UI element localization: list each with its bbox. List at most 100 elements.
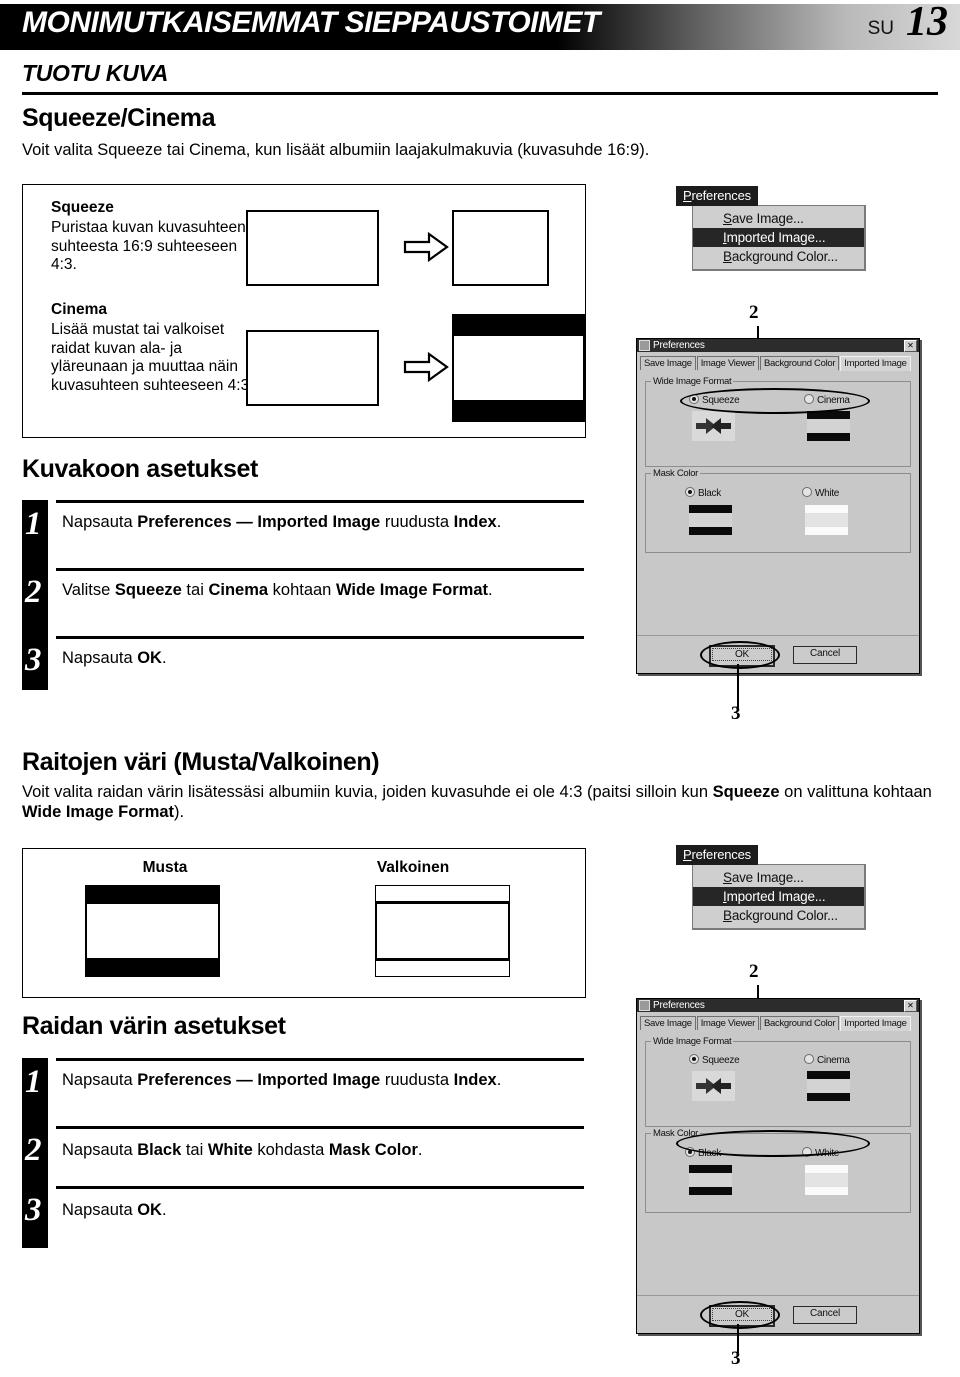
tab-imported-image[interactable]: Imported Image [840,1016,911,1031]
step-number: 3 [25,642,42,678]
page-title: MONIMUTKAISEMMAT SIEPPAUSTOIMET [22,6,600,39]
squeeze-label: Squeeze [51,199,114,216]
step-text: Napsauta OK. [62,1201,167,1219]
tab-image-viewer[interactable]: Image Viewer [696,1016,760,1030]
cinema-image-area [452,334,585,402]
app-icon [639,1000,650,1011]
radio-cinema[interactable]: Cinema [804,1054,850,1066]
step-divider [56,1126,584,1129]
menu-item-background-color[interactable]: Background Color... [693,906,864,925]
step-number: 1 [25,506,42,542]
wide-image-format-label: Wide Image Format [651,1036,734,1047]
dialog-footer-divider [637,1295,919,1297]
section-title-image-size: Kuvakoon asetukset [22,455,258,483]
menu-dropdown[interactable]: Save Image... Imported Image... Backgrou… [692,205,866,271]
callout-3-leader-line [737,664,739,708]
white-bars-preview [375,885,510,977]
header-divider [22,92,938,95]
radio-dot-selected [689,1054,699,1064]
squeeze-arrows-icon [692,411,735,441]
highlight-ellipse-ok [700,641,780,669]
step-number: 2 [25,574,42,610]
tab-save-image[interactable]: Save Image [640,356,696,370]
valkoinen-label: Valkoinen [376,859,450,876]
wide-image-format-label: Wide Image Format [651,376,734,387]
mask-color-label: Mask Color [651,468,701,479]
musta-label: Musta [142,859,188,876]
mask-color-illustration: Musta Valkoinen [22,848,586,998]
cinema-label: Cinema [51,301,107,318]
cinema-preview-swatch [807,411,850,441]
dialog-tab-row[interactable]: Save Image Image Viewer Background Color… [637,1012,919,1031]
close-x-icon[interactable]: ✕ [904,999,917,1012]
highlight-ellipse-ok [700,1301,780,1329]
section-title-stripe-color: Raidan värin asetukset [22,1012,286,1040]
menu-item-imported-image[interactable]: Imported Image... [693,228,864,247]
tab-image-viewer[interactable]: Image Viewer [696,356,760,370]
dialog-footer-divider [637,635,919,637]
tab-save-image[interactable]: Save Image [640,1016,696,1030]
dialog-title: Preferences [653,340,705,351]
black-bars-preview [85,885,220,977]
tab-background-color[interactable]: Background Color [760,356,840,370]
cinema-source-frame [246,330,379,406]
squeeze-description: Puristaa kuvan kuvasuhteen suhteesta 16:… [51,219,246,273]
radio-black[interactable]: Black [685,487,721,499]
highlight-ellipse-wide-format [680,388,870,414]
white-mask-preview [805,505,848,535]
step-text: Valitse Squeeze tai Cinema kohtaan Wide … [62,581,493,599]
close-x-icon[interactable]: ✕ [904,339,917,352]
black-mask-preview [689,505,732,535]
menu-item-save-image[interactable]: Save Image... [693,868,864,887]
step-text: Napsauta Preferences — Imported Image ru… [62,1071,502,1089]
cinema-description: Lisää mustat tai valkoiset raidat kuvan … [51,321,254,394]
radio-squeeze[interactable]: Squeeze [689,1054,740,1066]
section-title-squeeze-cinema: Squeeze/Cinema [22,104,216,132]
page-number: 13 [906,0,948,45]
squeeze-cinema-illustration: Squeeze Puristaa kuvan kuvasuhteen suhte… [22,184,586,438]
step-divider [56,500,584,503]
radio-dot [804,1054,814,1064]
menu-item-imported-image[interactable]: Imported Image... [693,887,864,906]
section-intro-squeeze-cinema: Voit valita Squeeze tai Cinema, kun lisä… [22,141,650,159]
right-arrow-icon [403,231,449,268]
tab-background-color[interactable]: Background Color [760,1016,840,1030]
step-number: 1 [25,1064,42,1100]
preferences-dialog-2[interactable]: Preferences ✕ Save Image Image Viewer Ba… [636,998,920,1334]
dialog-title: Preferences [653,1000,705,1011]
preferences-menu-1[interactable]: Preferences Save Image... Imported Image… [676,186,866,271]
menu-dropdown[interactable]: Save Image... Imported Image... Backgrou… [692,864,866,930]
preferences-menu-2[interactable]: Preferences Save Image... Imported Image… [676,845,866,930]
cinema-result-frame [452,314,585,422]
callout-3: 3 [731,703,741,724]
tab-imported-image[interactable]: Imported Image [840,356,911,371]
section-title-mask-color: Raitojen väri (Musta/Valkoinen) [22,748,380,776]
radio-white[interactable]: White [802,487,839,499]
wide-image-format-group [645,1041,911,1127]
image-size-step-list: 1 Napsauta Preferences — Imported Image … [22,500,584,690]
step-text: Napsauta OK. [62,649,167,667]
callout-2: 2 [749,302,759,323]
cancel-button[interactable]: Cancel [793,1306,857,1324]
step-divider [56,568,584,571]
cancel-button[interactable]: Cancel [793,646,857,664]
menu-item-save-image[interactable]: Save Image... [693,209,864,228]
menu-item-background-color[interactable]: Background Color... [693,247,864,266]
squeeze-source-frame [246,210,379,286]
white-mask-preview [805,1165,848,1195]
radio-dot-selected [685,487,695,497]
dialog-tab-row[interactable]: Save Image Image Viewer Background Color… [637,352,919,371]
step-text: Napsauta Black tai White kohdasta Mask C… [62,1141,423,1159]
dialog-titlebar: Preferences ✕ [637,339,919,352]
cinema-bottom-bar [452,402,585,422]
section-intro-mask-color: Voit valita raidan värin lisätessäsi alb… [22,783,932,821]
mask-color-step-list: 1 Napsauta Preferences — Imported Image … [22,1058,584,1248]
step-number: 3 [25,1192,42,1228]
squeeze-result-frame [452,210,549,286]
menu-title-preferences[interactable]: Preferences [676,186,758,206]
step-divider [56,636,584,639]
app-icon [639,340,650,351]
menu-title-preferences[interactable]: Preferences [676,845,758,865]
cinema-preview-swatch [807,1071,850,1101]
cinema-top-bar [452,314,585,334]
